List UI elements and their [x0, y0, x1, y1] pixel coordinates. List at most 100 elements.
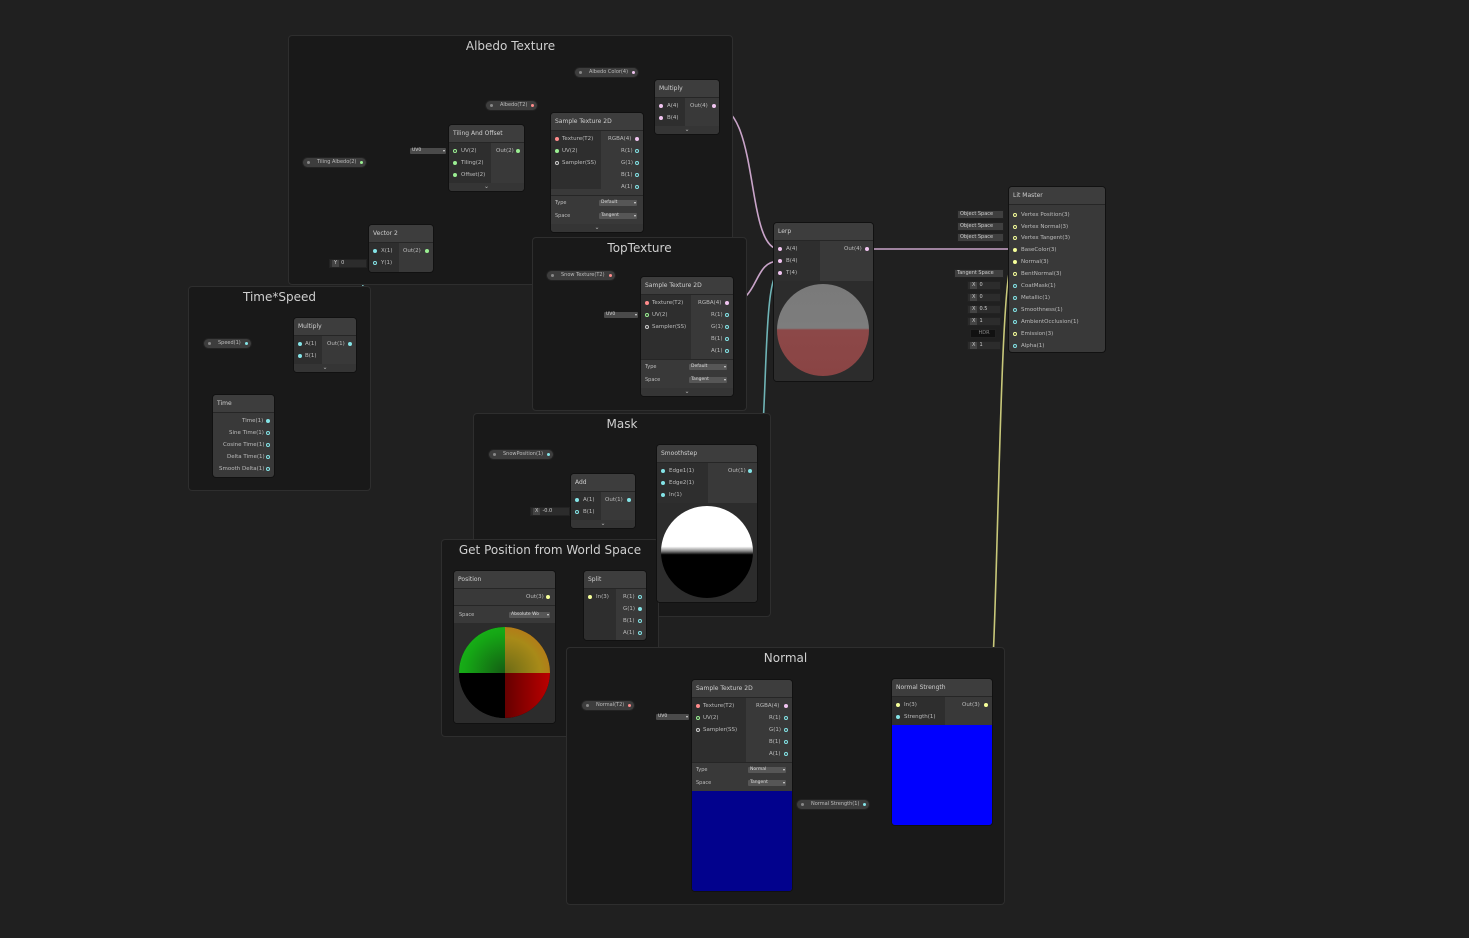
space-dropdown[interactable]: Tangent	[599, 213, 637, 219]
input-port-icon[interactable]	[661, 481, 665, 485]
expand-chevron-icon[interactable]: ⌄	[449, 183, 524, 191]
input-port-icon[interactable]	[555, 137, 559, 141]
output-port-icon[interactable]	[725, 349, 729, 353]
input-port-icon[interactable]	[696, 716, 700, 720]
output-port-icon[interactable]	[266, 455, 270, 459]
input-port-icon[interactable]	[373, 249, 377, 253]
type-dropdown[interactable]: Normal	[748, 767, 786, 773]
input-port-icon[interactable]	[645, 301, 649, 305]
output-port-icon[interactable]	[638, 595, 642, 599]
albedo-texture-property[interactable]: Albedo(T2)	[486, 101, 538, 110]
input-port-icon[interactable]	[1013, 213, 1017, 217]
output-port-icon[interactable]	[635, 137, 639, 141]
expand-chevron-icon[interactable]: ⌄	[655, 126, 719, 134]
normal-strength-property[interactable]: Normal Strength(1)	[797, 800, 870, 809]
output-port-icon[interactable]	[635, 149, 639, 153]
input-port-icon[interactable]	[659, 104, 663, 108]
output-port-icon[interactable]	[865, 247, 869, 251]
emission-color-field[interactable]: HDR	[971, 330, 995, 337]
output-port-icon[interactable]	[531, 104, 535, 107]
output-port-icon[interactable]	[784, 740, 788, 744]
input-port-icon[interactable]	[1013, 236, 1017, 240]
uv-channel-dropdown[interactable]: UV0	[656, 714, 689, 720]
default-value-field[interactable]: X 0.5	[968, 306, 1000, 313]
input-port-icon[interactable]	[575, 498, 579, 502]
output-port-icon[interactable]	[348, 342, 352, 346]
multiply-node[interactable]: Multiply A(4) B(4) Out(4) ⌄	[655, 80, 719, 134]
output-port-icon[interactable]	[863, 803, 867, 806]
input-port-icon[interactable]	[575, 510, 579, 514]
output-port-icon[interactable]	[628, 704, 632, 707]
space-field[interactable]: Object Space	[958, 223, 1003, 230]
multiply-time-node[interactable]: Multiply A(1) B(1) Out(1) ⌄	[294, 318, 356, 372]
split-node[interactable]: Split In(3) R(1) G(1) B(1) A(1)	[584, 571, 646, 640]
sample-texture-albedo-node[interactable]: Sample Texture 2D Texture(T2) UV(2) Samp…	[551, 113, 643, 232]
output-port-icon[interactable]	[547, 453, 551, 456]
output-port-icon[interactable]	[632, 71, 636, 74]
input-port-icon[interactable]	[453, 149, 457, 153]
output-port-icon[interactable]	[984, 703, 988, 707]
output-port-icon[interactable]	[635, 173, 639, 177]
input-port-icon[interactable]	[778, 271, 782, 275]
output-port-icon[interactable]	[725, 313, 729, 317]
input-port-icon[interactable]	[298, 354, 302, 358]
lit-master-node[interactable]: Lit Master Vertex Position(3) Vertex Norm…	[1009, 187, 1105, 352]
sample-texture-top-node[interactable]: Sample Texture 2D Texture(T2) UV(2) Samp…	[641, 277, 733, 396]
default-value-field[interactable]: X0	[968, 294, 1000, 301]
input-port-icon[interactable]	[896, 715, 900, 719]
space-field[interactable]: Object Space	[958, 211, 1003, 218]
expand-chevron-icon[interactable]: ⌄	[294, 364, 356, 372]
tiling-albedo-property[interactable]: Tiling Albedo(2)	[303, 158, 367, 167]
position-node[interactable]: Position Out(3) Space Absolute Wo	[454, 571, 555, 723]
time-node[interactable]: Time Time(1) Sine Time(1) Cosine Time(1)…	[213, 395, 274, 477]
input-port-icon[interactable]	[661, 493, 665, 497]
output-port-icon[interactable]	[784, 704, 788, 708]
default-value-field[interactable]: X0	[968, 282, 1000, 289]
sample-texture-normal-node[interactable]: Sample Texture 2D Texture(T2) UV(2) Samp…	[692, 680, 792, 891]
tiling-offset-node[interactable]: Tiling And Offset UV(2) Tiling(2) Offset…	[449, 125, 524, 191]
lerp-node[interactable]: Lerp A(4) B(4) T(4) Out(4)	[774, 223, 873, 381]
input-port-icon[interactable]	[1013, 248, 1017, 252]
output-port-icon[interactable]	[638, 631, 642, 635]
input-port-icon[interactable]	[661, 469, 665, 473]
output-port-icon[interactable]	[635, 185, 639, 189]
normal-texture-property[interactable]: Normal(T2)	[582, 701, 635, 710]
output-port-icon[interactable]	[712, 104, 716, 108]
normal-strength-node[interactable]: Normal Strength In(3) Strength(1) Out(3)	[892, 679, 992, 825]
space-field[interactable]: Tangent Space	[955, 270, 1003, 277]
input-port-icon[interactable]	[778, 259, 782, 263]
input-port-icon[interactable]	[453, 161, 457, 165]
input-port-icon[interactable]	[1013, 272, 1017, 276]
expand-chevron-icon[interactable]: ⌄	[641, 388, 733, 396]
output-port-icon[interactable]	[635, 161, 639, 165]
output-port-icon[interactable]	[608, 274, 612, 277]
input-port-icon[interactable]	[645, 313, 649, 317]
output-port-icon[interactable]	[244, 342, 248, 345]
space-dropdown[interactable]: Absolute Wo	[509, 612, 550, 618]
input-port-icon[interactable]	[1013, 308, 1017, 312]
output-port-icon[interactable]	[516, 149, 520, 153]
expand-chevron-icon[interactable]: ⌄	[551, 224, 643, 232]
snow-texture-property[interactable]: Snow Texture(T2)	[547, 271, 615, 280]
type-dropdown[interactable]: Default	[689, 364, 727, 370]
output-port-icon[interactable]	[627, 498, 631, 502]
output-port-icon[interactable]	[266, 443, 270, 447]
input-port-icon[interactable]	[696, 728, 700, 732]
add-node[interactable]: Add A(1) B(1) Out(1) ⌄	[571, 474, 635, 528]
speed-property[interactable]: Speed(1)	[204, 339, 251, 348]
output-port-icon[interactable]	[266, 467, 270, 471]
input-port-icon[interactable]	[555, 149, 559, 153]
input-port-icon[interactable]	[1013, 332, 1017, 336]
input-port-icon[interactable]	[453, 173, 457, 177]
output-port-icon[interactable]	[425, 249, 429, 253]
input-port-icon[interactable]	[896, 703, 900, 707]
output-port-icon[interactable]	[725, 301, 729, 305]
output-port-icon[interactable]	[725, 337, 729, 341]
input-port-icon[interactable]	[1013, 344, 1017, 348]
input-port-icon[interactable]	[1013, 284, 1017, 288]
smoothstep-node[interactable]: Smoothstep Edge1(1) Edge2(1) In(1) Out(1…	[657, 445, 757, 602]
space-dropdown[interactable]: Tangent	[748, 780, 786, 786]
input-port-icon[interactable]	[645, 325, 649, 329]
output-port-icon[interactable]	[360, 161, 364, 164]
uv-channel-dropdown[interactable]: UV0	[604, 312, 638, 318]
